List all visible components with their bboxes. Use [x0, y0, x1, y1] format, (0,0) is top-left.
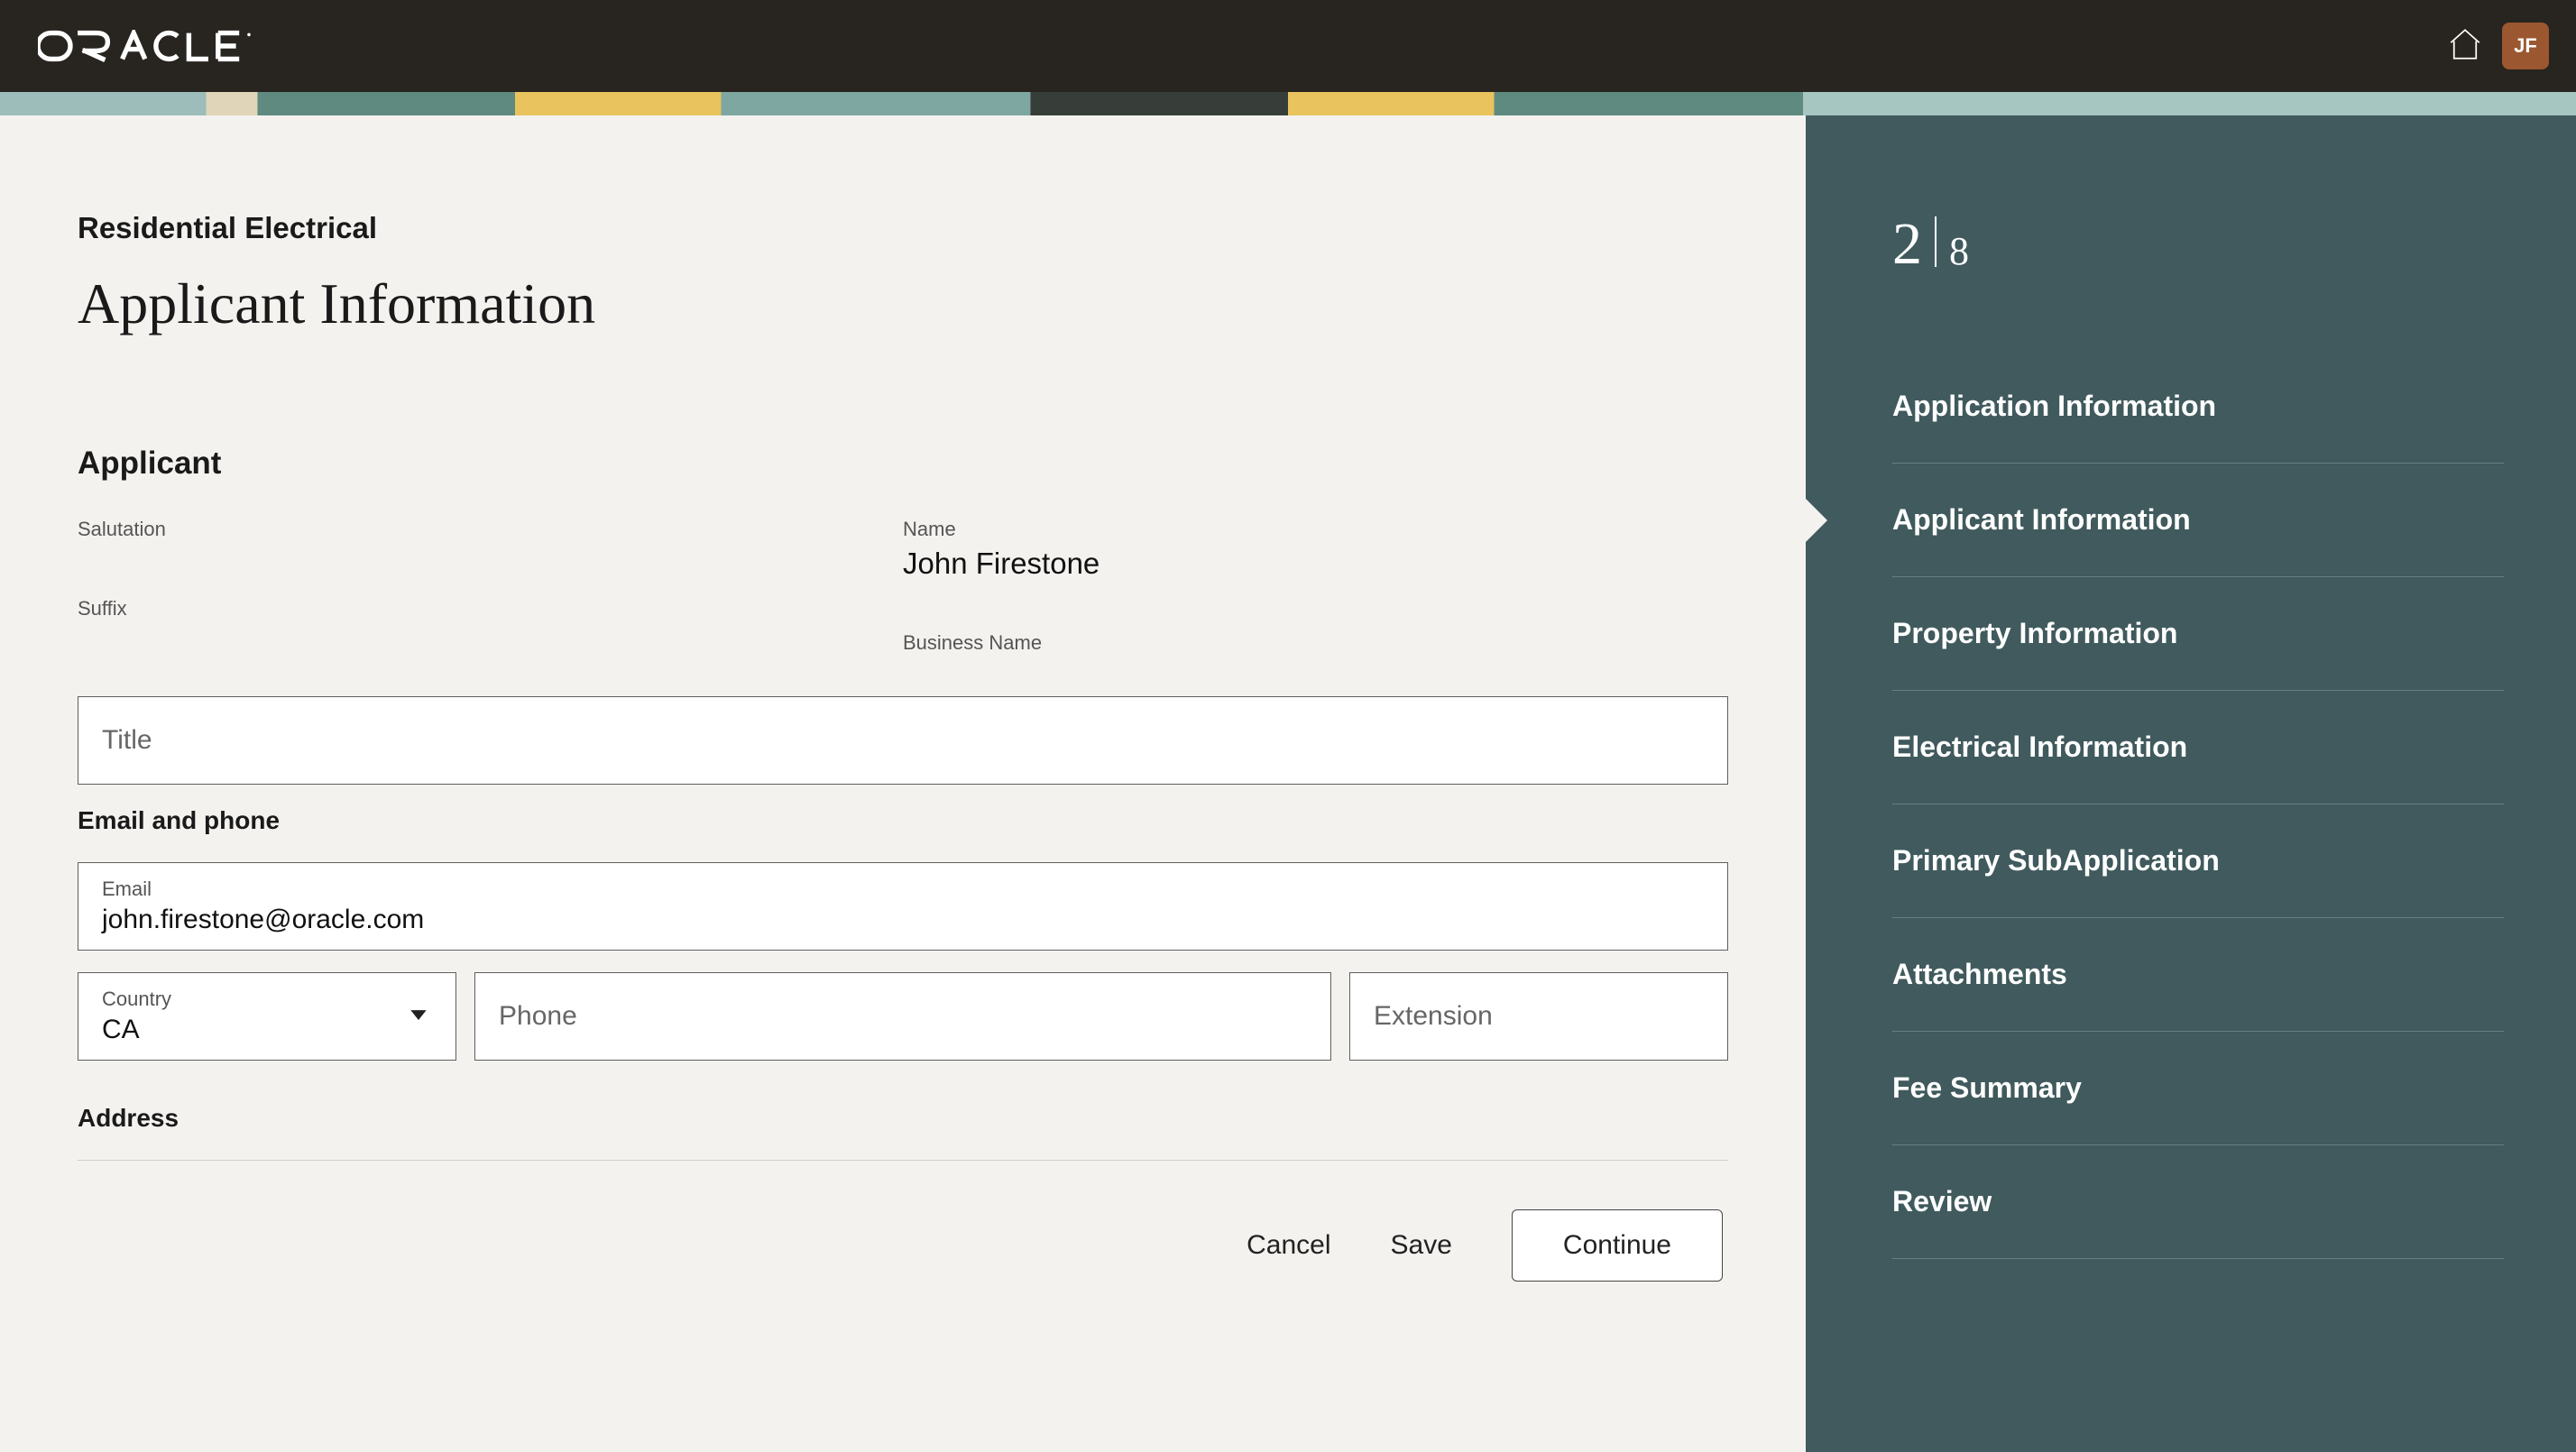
- section-applicant: Applicant: [78, 446, 1728, 482]
- total-steps: 8: [1949, 228, 1969, 274]
- suffix-label: Suffix: [78, 597, 903, 620]
- step-fee-summary[interactable]: Fee Summary: [1892, 1032, 2504, 1145]
- step-counter: 2 8: [1892, 215, 2504, 274]
- page-title: Applicant Information: [78, 271, 1728, 337]
- cancel-button[interactable]: Cancel: [1247, 1230, 1330, 1261]
- step-application-information[interactable]: Application Information: [1892, 350, 2504, 464]
- title-label: Title: [102, 725, 1704, 756]
- address-divider: [78, 1160, 1728, 1161]
- step-primary-subapplication[interactable]: Primary SubApplication: [1892, 804, 2504, 918]
- phone-label: Phone: [499, 1001, 1307, 1032]
- extension-label: Extension: [1374, 1001, 1704, 1032]
- country-label: Country: [102, 988, 432, 1011]
- continue-button[interactable]: Continue: [1512, 1209, 1723, 1282]
- step-attachments[interactable]: Attachments: [1892, 918, 2504, 1032]
- step-applicant-information[interactable]: Applicant Information: [1892, 464, 2504, 577]
- oracle-logo[interactable]: [38, 30, 281, 62]
- user-avatar[interactable]: JF: [2502, 23, 2549, 69]
- phone-input[interactable]: Phone: [474, 972, 1331, 1061]
- home-icon[interactable]: [2446, 25, 2484, 68]
- breadcrumb: Residential Electrical: [78, 211, 1728, 245]
- step-electrical-information[interactable]: Electrical Information: [1892, 691, 2504, 804]
- section-address: Address: [78, 1104, 1728, 1133]
- extension-input[interactable]: Extension: [1349, 972, 1728, 1061]
- decorative-banner: [0, 92, 2576, 115]
- salutation-label: Salutation: [78, 518, 903, 541]
- email-value: john.firestone@oracle.com: [102, 905, 1704, 935]
- step-review[interactable]: Review: [1892, 1145, 2504, 1259]
- main-pane: Residential Electrical Applicant Informa…: [0, 115, 1806, 1452]
- business-label: Business Name: [903, 631, 1728, 655]
- name-value: John Firestone: [903, 547, 1728, 581]
- country-value: CA: [102, 1015, 432, 1045]
- save-button[interactable]: Save: [1391, 1230, 1452, 1261]
- title-input[interactable]: Title: [78, 696, 1728, 785]
- progress-sidebar: 2 8 Application Information Applicant In…: [1806, 115, 2576, 1452]
- current-step: 2: [1892, 215, 1922, 274]
- chevron-down-icon: [407, 1003, 430, 1031]
- step-nav: Application Information Applicant Inform…: [1892, 350, 2504, 1259]
- section-contact: Email and phone: [78, 806, 1728, 835]
- email-input[interactable]: Email john.firestone@oracle.com: [78, 862, 1728, 951]
- country-select[interactable]: Country CA: [78, 972, 456, 1061]
- name-label: Name: [903, 518, 1728, 541]
- top-bar: JF: [0, 0, 2576, 92]
- email-label: Email: [102, 878, 1704, 901]
- step-property-information[interactable]: Property Information: [1892, 577, 2504, 691]
